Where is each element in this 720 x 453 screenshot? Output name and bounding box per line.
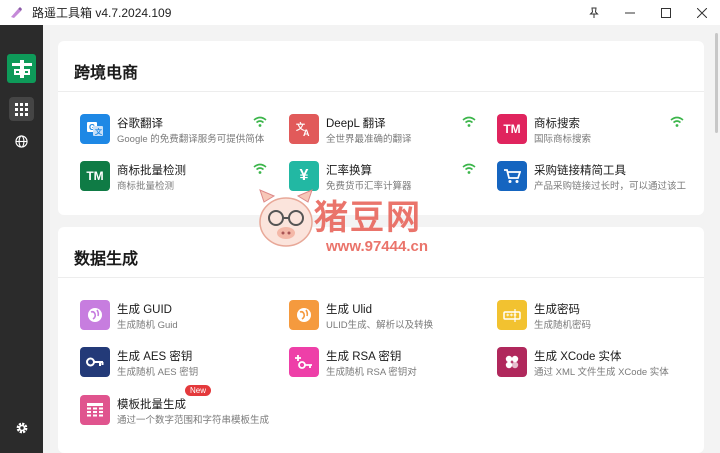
tool-deepl-translate[interactable]: 文A DeepL 翻译 全世界最准确的翻译 (289, 112, 489, 146)
gear-icon (16, 422, 27, 434)
tm-icon: TM (497, 114, 527, 144)
tool-name: 商标批量检测 (117, 165, 186, 177)
wifi-icon (462, 116, 476, 127)
window-title: 路遥工具箱 v4.7.2024.109 (32, 6, 172, 20)
section-card-cross-border: 跨境电商 G文 谷歌翻译 Google 的免费翻译服务可提供简体 文A Deep… (58, 41, 704, 215)
sidebar (0, 25, 43, 453)
tool-desc: 通过一个数字范围和字符串模板生成 (117, 415, 270, 426)
tool-name: 生成密码 (534, 304, 580, 316)
tool-name: 生成 RSA 密钥 (326, 351, 402, 363)
close-icon (697, 7, 707, 18)
pin-button[interactable] (576, 0, 612, 25)
sidebar-item-web[interactable] (9, 129, 34, 153)
section-title: 跨境电商 (74, 65, 139, 82)
wifi-icon (253, 116, 267, 127)
translate-icon: G文 (80, 114, 110, 144)
tool-generate-guid[interactable]: 生成 GUID 生成随机 Guid (80, 298, 280, 332)
wifi-icon (253, 163, 267, 174)
tool-desc: 国际商标搜索 (534, 134, 592, 145)
tool-name: 生成 Ulid (326, 304, 373, 316)
tool-desc: 生成随机密码 (534, 320, 592, 331)
minimize-button[interactable] (612, 0, 648, 25)
pin-icon (589, 7, 599, 18)
tool-google-translate[interactable]: G文 谷歌翻译 Google 的免费翻译服务可提供简体 (80, 112, 280, 146)
svg-text:A: A (303, 128, 310, 137)
tool-desc: 全世界最准确的翻译 (326, 134, 412, 145)
tool-name: 模板批量生成 (117, 399, 186, 411)
wifi-icon (462, 163, 476, 174)
tool-template-batch-generate[interactable]: 模板批量生成 New 通过一个数字范围和字符串模板生成 (80, 385, 280, 427)
tool-desc: Google 的免费翻译服务可提供简体 (117, 134, 265, 145)
maximize-button[interactable] (648, 0, 684, 25)
divider (58, 277, 704, 278)
scrollbar[interactable] (715, 33, 718, 133)
tool-generate-xcode-entity[interactable]: 生成 XCode 实体 通过 XML 文件生成 XCode 实体 (497, 345, 697, 379)
tool-purchase-link-shortener[interactable]: 采购链接精简工具 产品采购链接过长时，可以通过该工 (497, 159, 697, 193)
section-card-data-generation: 数据生成 生成 GUID 生成随机 Guid 生成 Ulid ULID生成、解析… (58, 227, 704, 453)
minimize-icon (625, 12, 635, 13)
tool-trademark-search[interactable]: TM 商标搜索 国际商标搜索 (497, 112, 697, 146)
section-title: 数据生成 (74, 251, 139, 268)
tool-name: 生成 GUID (117, 304, 172, 316)
yen-icon: ¥ (289, 161, 319, 191)
tool-desc: 商标批量检测 (117, 181, 175, 192)
tool-desc: 通过 XML 文件生成 XCode 实体 (534, 367, 669, 378)
sidebar-item-apps[interactable] (9, 97, 34, 121)
key-icon (80, 347, 110, 377)
password-icon: *** (497, 300, 527, 330)
table-icon (80, 395, 110, 425)
tool-desc: 生成随机 Guid (117, 320, 178, 331)
tool-desc: 生成随机 RSA 密钥对 (326, 367, 417, 378)
tool-name: 汇率换算 (326, 165, 372, 177)
translate-icon: 文A (289, 114, 319, 144)
globe-icon (15, 134, 28, 148)
app-brand-icon (7, 54, 36, 83)
tool-desc: 生成随机 AES 密钥 (117, 367, 199, 378)
main-content: 跨境电商 G文 谷歌翻译 Google 的免费翻译服务可提供简体 文A Deep… (43, 25, 720, 453)
svg-text:文: 文 (95, 127, 103, 136)
tool-name: 谷歌翻译 (117, 118, 163, 130)
tool-generate-ulid[interactable]: 生成 Ulid ULID生成、解析以及转换 (289, 298, 489, 332)
key-plus-icon (289, 347, 319, 377)
tool-desc: 免费货币汇率计算器 (326, 181, 412, 192)
globe-icon (289, 300, 319, 330)
cart-icon (497, 161, 527, 191)
tool-name: 生成 AES 密钥 (117, 351, 193, 363)
sidebar-item-settings[interactable] (9, 416, 34, 440)
tool-name: 生成 XCode 实体 (534, 351, 622, 363)
tool-desc: 产品采购链接过长时，可以通过该工 (534, 181, 687, 192)
tool-name: 商标搜索 (534, 118, 580, 130)
wifi-icon (670, 116, 684, 127)
apps-grid-icon (15, 102, 28, 116)
close-button[interactable] (684, 0, 720, 25)
globe-icon (80, 300, 110, 330)
tool-name: DeepL 翻译 (326, 118, 386, 130)
tm-icon: TM (80, 161, 110, 191)
puzzle-icon (497, 347, 527, 377)
tool-name: 采购链接精简工具 (534, 165, 626, 177)
tool-generate-rsa-key[interactable]: 生成 RSA 密钥 生成随机 RSA 密钥对 (289, 345, 489, 379)
tool-exchange-rate[interactable]: ¥ 汇率换算 免费货币汇率计算器 (289, 159, 489, 193)
title-bar: 路遥工具箱 v4.7.2024.109 (0, 0, 720, 25)
tool-trademark-batch[interactable]: TM 商标批量检测 商标批量检测 (80, 159, 280, 193)
tool-generate-aes-key[interactable]: 生成 AES 密钥 生成随机 AES 密钥 (80, 345, 280, 379)
new-badge: New (185, 385, 212, 396)
app-logo-icon (8, 5, 24, 21)
tool-generate-password[interactable]: *** 生成密码 生成随机密码 (497, 298, 697, 332)
maximize-icon (661, 7, 671, 18)
divider (58, 91, 704, 92)
tool-desc: ULID生成、解析以及转换 (326, 320, 434, 331)
